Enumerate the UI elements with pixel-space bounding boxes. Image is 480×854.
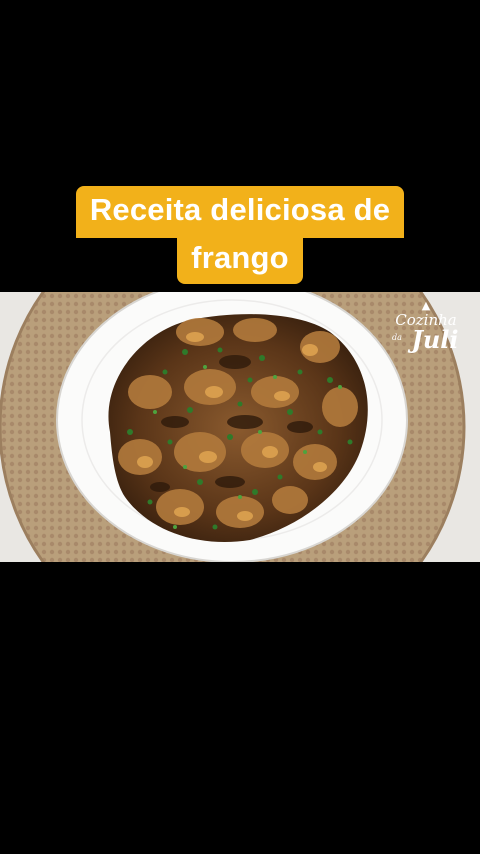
- video-caption: Receita deliciosa de frango: [0, 186, 480, 284]
- watermark-line-3: Juli: [411, 325, 459, 354]
- cozinha-da-juli-watermark: ▲ Cozinha da Juli: [386, 300, 466, 370]
- watermark-line-2: da: [392, 333, 402, 342]
- caption-line-1: Receita deliciosa de: [75, 186, 405, 238]
- caption-line-2: frango: [177, 238, 303, 284]
